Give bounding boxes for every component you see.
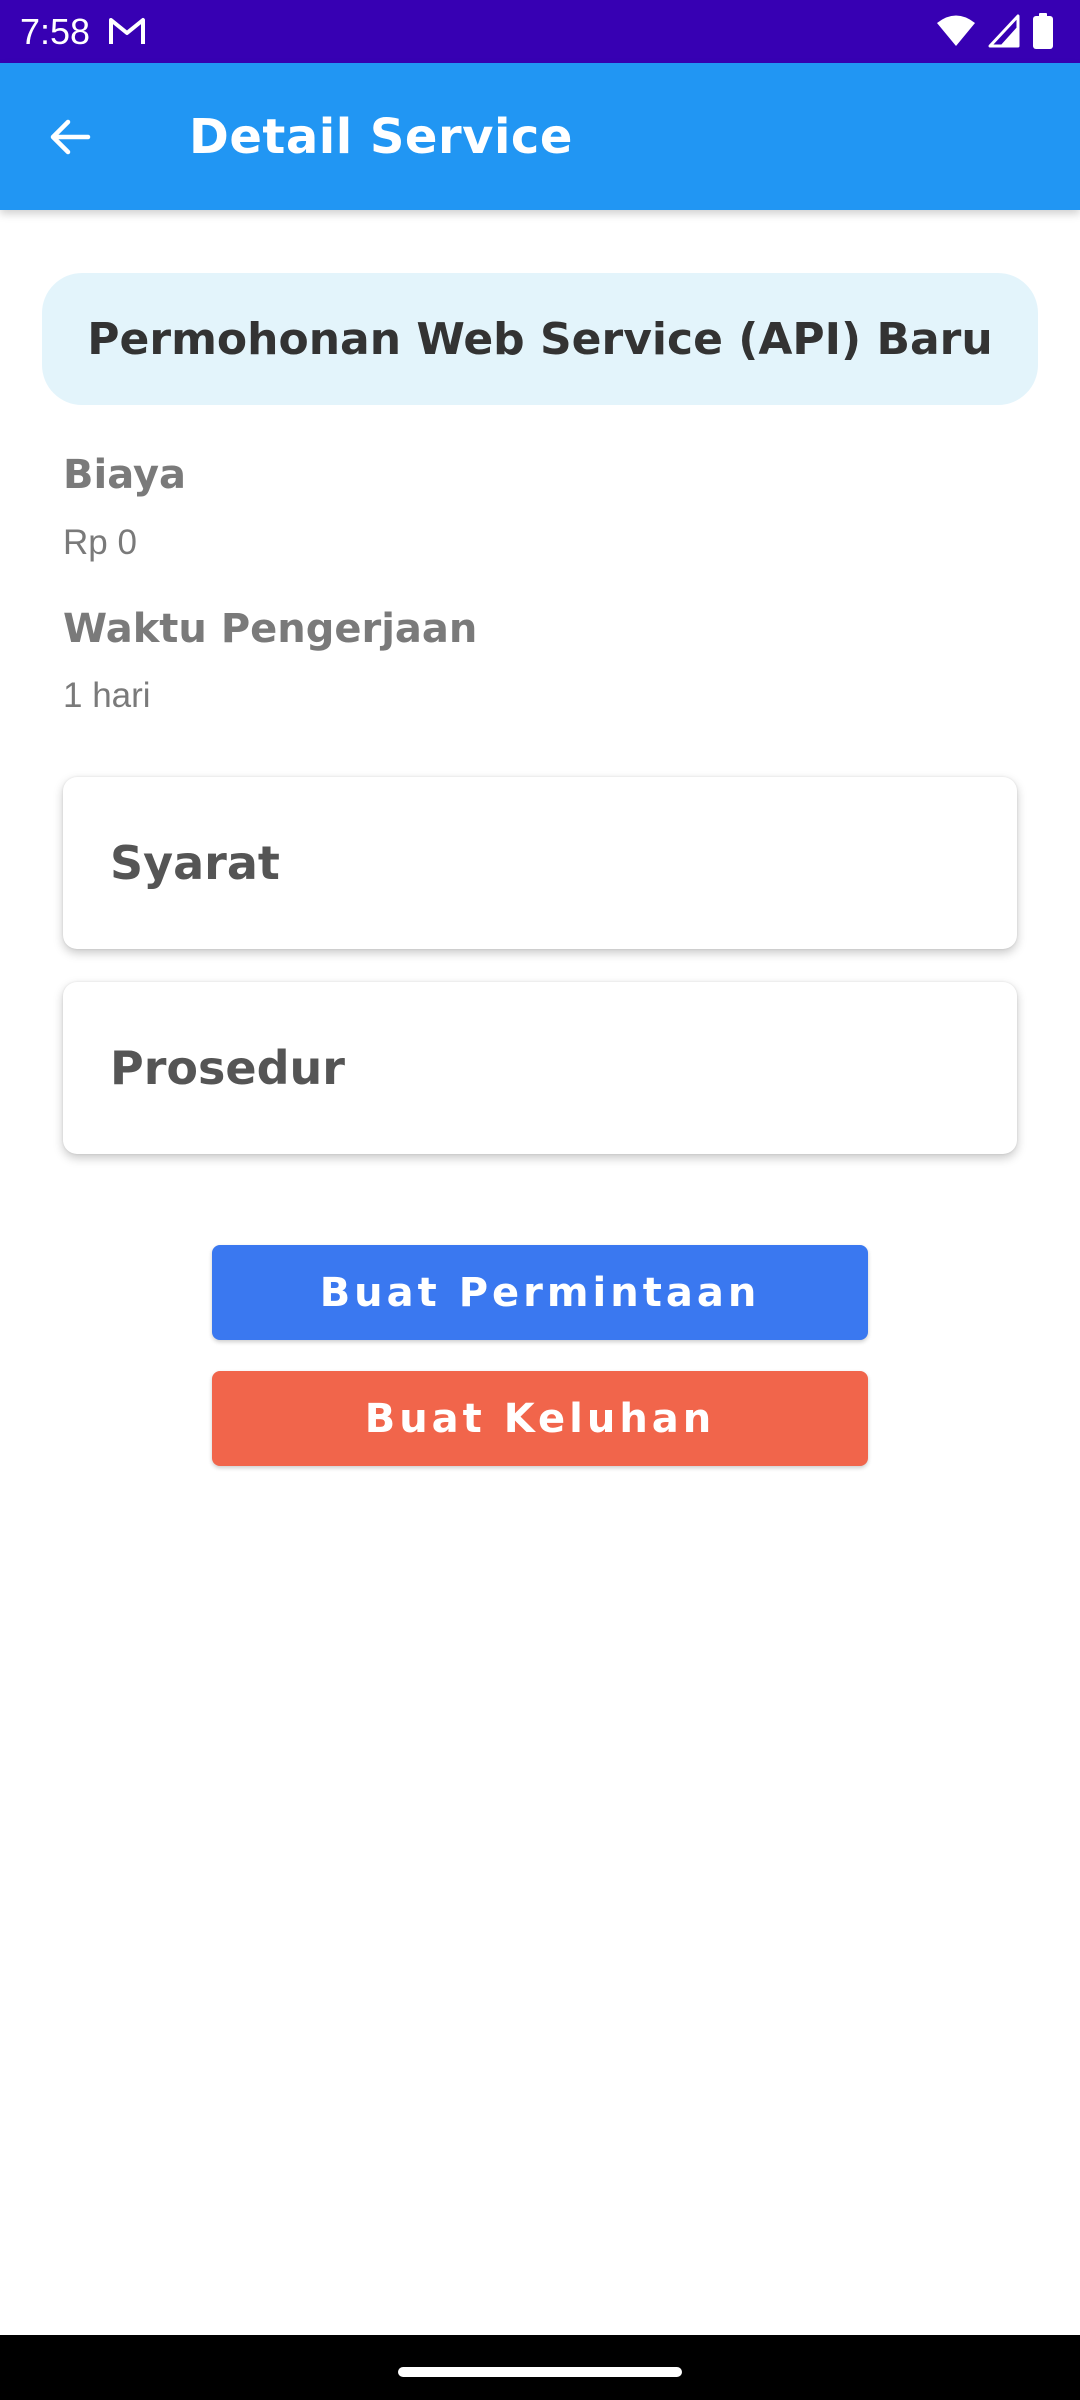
service-title: Permohonan Web Service (API) Baru (87, 313, 993, 365)
battery-icon (1033, 13, 1053, 49)
buat-permintaan-button[interactable]: Buat Permintaan (212, 1245, 868, 1340)
biaya-value: Rp 0 (63, 523, 137, 562)
wifi-icon (937, 15, 975, 46)
status-time: 7:58 (20, 11, 91, 52)
app-bar: Detail Service (0, 63, 1080, 210)
arrow-back-icon (50, 119, 91, 155)
back-button[interactable] (34, 101, 106, 173)
buat-keluhan-button[interactable]: Buat Keluhan (212, 1371, 868, 1466)
waktu-pengerjaan-value: 1 hari (63, 676, 151, 715)
waktu-pengerjaan-label: Waktu Pengerjaan (63, 606, 478, 652)
syarat-card-title: Syarat (110, 836, 280, 890)
service-header: Permohonan Web Service (API) Baru (42, 273, 1038, 405)
signal-icon (988, 14, 1020, 48)
gmail-icon (109, 18, 145, 44)
syarat-card[interactable]: Syarat (63, 777, 1017, 949)
screen: 7:58 Detail Service Permohonan Web Servi… (0, 0, 1080, 2400)
status-icons (936, 12, 1054, 50)
home-indicator[interactable] (398, 2367, 682, 2377)
page-title: Detail Service (189, 109, 573, 165)
prosedur-card[interactable]: Prosedur (63, 982, 1017, 1154)
status-bar: 7:58 (0, 0, 1080, 63)
biaya-label: Biaya (63, 452, 187, 498)
prosedur-card-title: Prosedur (110, 1041, 345, 1095)
